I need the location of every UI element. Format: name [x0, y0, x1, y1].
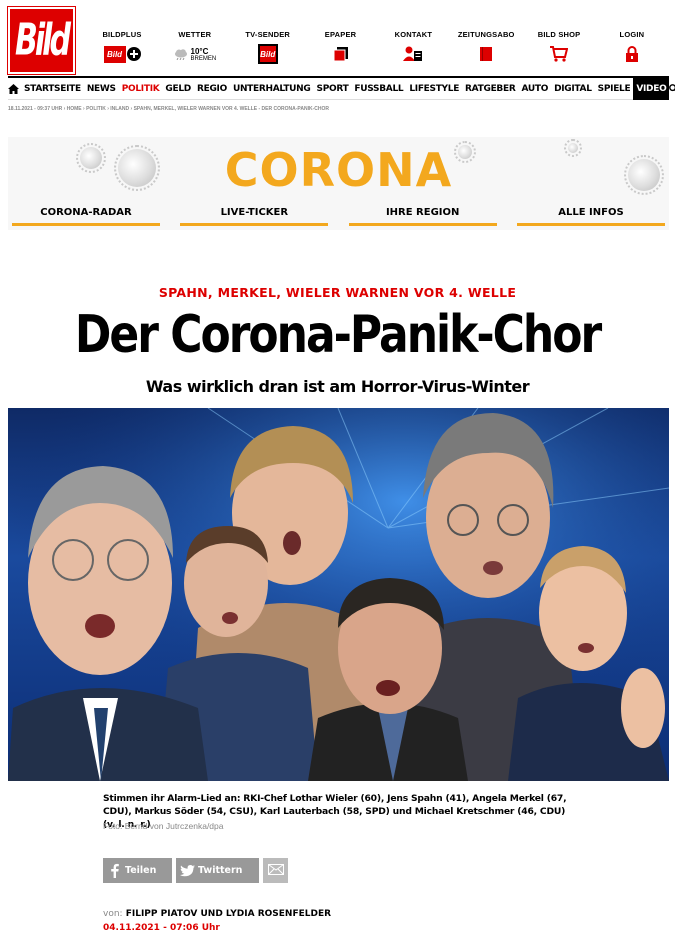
author-prefix: von: [103, 909, 123, 919]
corona-tab-live-ticker[interactable]: LIVE-TICKER [180, 207, 329, 226]
article-kicker: SPAHN, MERKEL, WIELER WARNEN VOR 4. WELL… [158, 285, 517, 300]
nav-video[interactable]: VIDEO [633, 77, 670, 100]
corona-tab-radar[interactable]: CORONA-RADAR [12, 207, 160, 226]
photo-credit: Foto: Bernd von Jutrczenka/dpa [103, 821, 224, 831]
nav-fussball[interactable]: FUSSBALL [351, 78, 406, 100]
nav-regio[interactable]: REGIO [194, 78, 230, 100]
article-author: von: FILIPP PIATOV UND LYDIA ROSENFELDER [103, 909, 331, 919]
nav-ratgeber[interactable]: RATGEBER [462, 78, 518, 100]
bild-logo[interactable]: Bild [7, 6, 76, 75]
facebook-icon [103, 863, 125, 878]
corona-banner: CORONA CORONA-RADAR LIVE-TICKER IHRE REG… [8, 137, 669, 230]
twitter-icon [176, 864, 198, 877]
facebook-share-button[interactable]: Teilen [103, 858, 172, 883]
top-nav-zeitungsabo[interactable]: ZEITUNGSABO [450, 30, 522, 64]
nav-geld[interactable]: GELD [162, 78, 194, 100]
nav-startseite[interactable]: STARTSEITE [21, 78, 84, 100]
cart-icon [550, 44, 569, 64]
breadcrumb: 18.11.2021 - 09:37 UHR › HOME › POLITIK … [8, 106, 329, 112]
mail-icon [267, 863, 284, 878]
nav-sport[interactable]: SPORT [314, 78, 352, 100]
nav-digital[interactable]: DIGITAL [551, 78, 595, 100]
newspaper-icon [479, 44, 493, 64]
article-date: 04.11.2021 - 07:06 Uhr [103, 923, 220, 933]
article-headline: Der Corona-Panik-Chor [74, 305, 602, 366]
corona-tab-all-infos[interactable]: ALLE INFOS [516, 207, 665, 226]
email-share-button[interactable] [263, 858, 288, 883]
weather-city: BREMEN [190, 55, 217, 62]
top-nav-tv-sender[interactable]: TV-SENDER Bild [232, 30, 304, 64]
nav-spiele[interactable]: SPIELE [595, 78, 634, 100]
lock-icon [625, 44, 639, 64]
nav-auto[interactable]: AUTO [518, 78, 551, 100]
top-nav-epaper[interactable]: EPAPER [305, 30, 377, 64]
top-nav: BILDPLUS Bild WETTER 10°C BREMEN TV-SENDE… [86, 30, 668, 64]
top-nav-weather[interactable]: WETTER 10°C BREMEN [159, 30, 231, 64]
top-nav-kontakt[interactable]: KONTAKT [377, 30, 449, 64]
nav-politik[interactable]: POLITIK [119, 78, 163, 100]
bildplus-icon: Bild [103, 44, 141, 64]
share-bar: Teilen Twittern [103, 858, 288, 883]
nav-unterhaltung[interactable]: UNTERHALTUNG [230, 78, 314, 100]
weather-temp: 10°C [190, 46, 209, 56]
site-header: Bild BILDPLUS Bild WETTER 10°C BREMEN TV-… [0, 0, 675, 76]
top-nav-login[interactable]: LOGIN [596, 30, 668, 64]
article-subline: Was wirklich dran ist am Horror-Virus-Wi… [145, 377, 530, 396]
corona-title: CORONA [224, 143, 453, 197]
contact-icon [403, 44, 423, 64]
nav-news[interactable]: NEWS [84, 78, 119, 100]
weather-cloud-icon [174, 49, 187, 60]
top-nav-bild-shop[interactable]: BILD SHOP [523, 30, 595, 64]
home-icon[interactable] [8, 83, 19, 94]
bild-tv-icon: Bild [257, 44, 278, 64]
twitter-share-button[interactable]: Twittern [176, 858, 259, 883]
search-icon[interactable] [669, 84, 675, 93]
hero-photo-collage [8, 408, 669, 781]
epaper-icon [333, 44, 349, 64]
nav-lifestyle[interactable]: LIFESTYLE [406, 78, 462, 100]
top-nav-bildplus[interactable]: BILDPLUS Bild [86, 30, 158, 64]
author-names[interactable]: FILIPP PIATOV UND LYDIA ROSENFELDER [126, 909, 331, 919]
corona-tab-region[interactable]: IHRE REGION [348, 207, 497, 226]
main-nav: STARTSEITE NEWS POLITIK GELD REGIO UNTER… [8, 76, 675, 100]
